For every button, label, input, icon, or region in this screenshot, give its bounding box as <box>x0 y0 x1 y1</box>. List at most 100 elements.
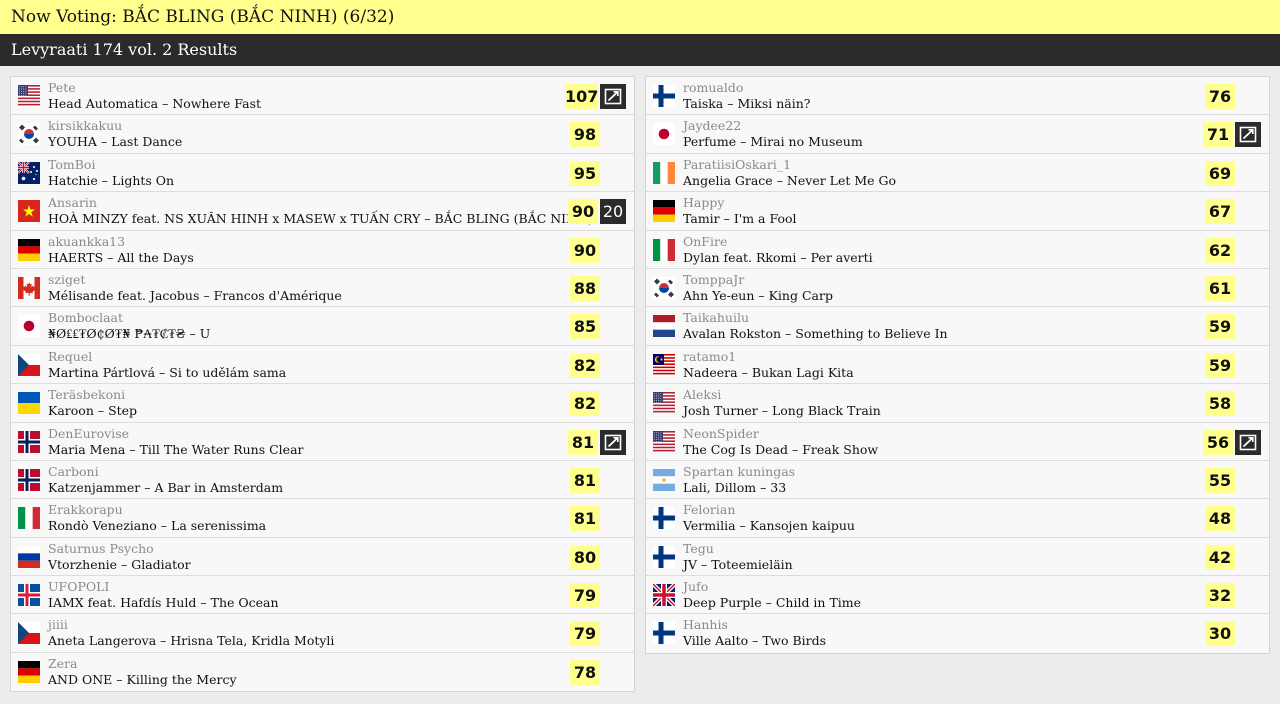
song-title: Kansojen kaipuu <box>749 518 855 534</box>
checked-box-icon[interactable] <box>1235 122 1261 148</box>
result-row: Tegu JV – Toteemieläin 42 <box>646 537 1269 577</box>
song-title: Till The Water Runs Clear <box>139 441 304 457</box>
australia-flag-icon <box>18 161 40 184</box>
score-value: 71 <box>1203 122 1233 148</box>
voter-name[interactable]: Pete <box>48 80 76 95</box>
song-line: Perfume – Mirai no Museum <box>683 134 863 150</box>
germany-flag-icon <box>653 200 675 223</box>
results-column-left: Pete Head Automatica – Nowhere Fast 107 kir… <box>10 76 635 693</box>
voter-name[interactable]: Taikahuilu <box>683 310 749 325</box>
result-row: Requel Martina Pártlová – Si to udělám sa… <box>11 345 634 385</box>
ukraine-flag-icon <box>18 392 40 415</box>
voter-name[interactable]: TomppaJr <box>683 272 744 287</box>
song-title: Nowhere Fast <box>172 96 262 111</box>
result-row: jiiii Aneta Langerova – Hrisna Tela, Krid… <box>11 614 634 653</box>
voter-name[interactable]: Zera <box>48 656 78 671</box>
voter-name[interactable]: Carboni <box>48 464 99 479</box>
song-title: Last Dance <box>111 134 183 150</box>
song-line: Rondò Veneziano – La serenissima <box>48 518 267 534</box>
voter-name[interactable]: UFOPOLI <box>48 579 109 594</box>
song-title: Something to Believe In <box>795 326 948 342</box>
song-line: JV – Toteemieläin <box>683 556 793 572</box>
voter-name[interactable]: Ansarin <box>48 195 97 210</box>
voter-name[interactable]: Jaydee22 <box>683 118 741 133</box>
checked-box-icon[interactable] <box>1235 429 1261 455</box>
now-voting-bar: Now Voting: BẮC BLING (BẮC NINH) (6/32) <box>0 0 1280 34</box>
song-artist: IAMX feat. Hafdís Huld <box>48 595 197 611</box>
score-value: 80 <box>570 544 600 570</box>
song-line: ₦Ø₤₤₮Ø₵Ø₮₦ ₱₳₮₡₮₴ – U <box>48 326 211 342</box>
result-row: Erakkorapu Rondò Veneziano – La serenissi… <box>11 499 634 538</box>
song-artist: Aneta Langerova <box>48 633 157 649</box>
song-title: Child in Time <box>775 595 862 611</box>
italy-flag-icon <box>18 507 40 530</box>
song-line: AND ONE – Killing the Mercy <box>48 671 237 687</box>
norway-flag-icon <box>18 468 40 491</box>
score-value: 58 <box>1205 391 1235 417</box>
uk-flag-icon <box>653 584 675 607</box>
voter-name[interactable]: Requel <box>48 349 92 364</box>
voter-name[interactable]: ratamo1 <box>683 349 736 364</box>
voter-name[interactable]: jiiii <box>48 617 68 632</box>
result-row: Zera AND ONE – Killing the Mercy 78 <box>11 652 634 692</box>
score-value: 90 <box>568 199 598 225</box>
voter-name[interactable]: kirsikkakuu <box>48 118 122 133</box>
voter-name[interactable]: Felorian <box>683 502 735 517</box>
voter-name[interactable]: Jufo <box>683 579 708 594</box>
czech-flag-icon <box>18 622 40 645</box>
voter-name[interactable]: Tegu <box>683 541 714 556</box>
song-title: Si to udělám sama <box>169 364 287 380</box>
song-title: Miksi näin? <box>737 96 811 111</box>
score-value: 32 <box>1205 583 1235 609</box>
song-title: Never Let Me Go <box>786 172 897 188</box>
result-row: Bomboclaat ₦Ø₤₤₮Ø₵Ø₮₦ ₱₳₮₡₮₴ – U 85 <box>11 307 634 346</box>
voter-name[interactable]: ParatiisiOskari_1 <box>683 157 791 172</box>
voter-name[interactable]: akuankka13 <box>48 234 125 249</box>
checked-box-icon[interactable] <box>600 84 626 109</box>
song-title: Per averti <box>810 249 873 265</box>
song-title: La serenissima <box>171 518 267 534</box>
voter-name[interactable]: sziget <box>48 272 85 287</box>
result-row: Saturnus Psycho Vtorzhenie – Gladiator 80 <box>11 537 634 577</box>
voter-name[interactable]: Bomboclaat <box>48 310 123 325</box>
song-line: Ahn Ye-eun – King Carp <box>683 287 833 303</box>
voter-name[interactable]: romualdo <box>683 80 743 95</box>
vietnam-flag-icon <box>18 200 40 223</box>
voter-name[interactable]: Spartan kuningas <box>683 464 795 479</box>
score-value: 82 <box>570 391 600 417</box>
song-line: Aneta Langerova – Hrisna Tela, Kridla Mo… <box>48 633 335 649</box>
song-artist: HOÀ MINZY feat. NS XUÂN HINH x MASEW x T… <box>48 211 421 227</box>
song-artist: Vermilia <box>683 518 736 534</box>
voter-name[interactable]: Hanhis <box>683 617 728 632</box>
song-title: Gladiator <box>131 556 191 572</box>
voter-name[interactable]: OnFire <box>683 234 727 249</box>
voter-name[interactable]: Erakkorapu <box>48 502 123 517</box>
result-row: TomppaJr Ahn Ye-eun – King Carp 61 <box>646 268 1269 308</box>
result-row: Teräsbekoni Karoon – Step 82 <box>11 384 634 423</box>
russia-flag-icon <box>18 545 40 568</box>
song-title: I'm a Fool <box>733 211 797 227</box>
voter-name[interactable]: Happy <box>683 195 724 210</box>
voter-name[interactable]: Aleksi <box>683 387 721 402</box>
song-title: Two Birds <box>762 633 827 649</box>
song-artist: Tamir <box>683 211 720 227</box>
song-artist: Lali, Dillom <box>683 479 757 495</box>
voter-name[interactable]: Teräsbekoni <box>48 387 125 402</box>
result-row: Felorian Vermilia – Kansojen kaipuu 48 <box>646 499 1269 538</box>
song-artist: Deep Purple <box>683 595 762 611</box>
voter-name[interactable]: Saturnus Psycho <box>48 541 154 556</box>
song-title: Toteemieläin <box>711 556 793 572</box>
checked-box-icon[interactable] <box>600 429 626 455</box>
result-row: DenEurovise Maria Mena – Till The Water R… <box>11 422 634 461</box>
song-artist: Josh Turner <box>683 403 758 419</box>
song-artist: AND ONE <box>48 671 113 687</box>
result-row: Pete Head Automatica – Nowhere Fast 107 <box>11 77 634 116</box>
song-line: Avalan Rokston – Something to Believe In <box>683 326 948 342</box>
voter-name[interactable]: TomBoi <box>48 157 95 172</box>
song-artist: JV <box>683 556 698 572</box>
score-value: 98 <box>570 122 600 148</box>
voter-name[interactable]: NeonSpider <box>683 426 759 441</box>
song-line: Martina Pártlová – Si to udělám sama <box>48 364 287 380</box>
song-title: All the Days <box>117 249 194 265</box>
voter-name[interactable]: DenEurovise <box>48 426 129 441</box>
